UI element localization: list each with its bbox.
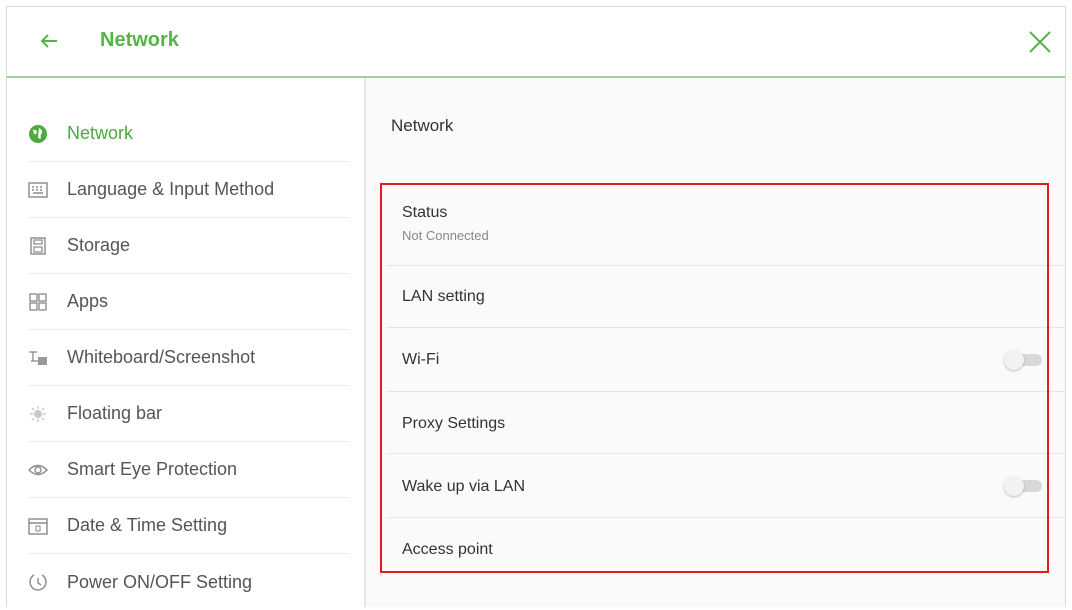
row-label: LAN setting [402,288,485,305]
apps-grid-icon [27,291,49,313]
sidebar-item-label: Storage [67,235,131,255]
power-timer-icon [27,571,49,593]
sidebar-item-label: Language & Input Method [67,179,275,199]
row-label: Wake up via LAN [402,478,526,495]
status-row[interactable]: Status Not Connected [386,188,1066,266]
wifi-row[interactable]: Wi-Fi [386,328,1066,392]
sidebar-item-storage[interactable]: Storage [27,218,350,274]
sidebar-item-label: Whiteboard/Screenshot [67,347,256,367]
lan-setting-row[interactable]: LAN setting [386,266,1066,328]
eye-icon [27,459,49,481]
row-label: Wi-Fi [402,351,440,368]
sidebar-item-eye-protection[interactable]: Smart Eye Protection [27,442,350,498]
floating-bar-icon [27,403,49,425]
sidebar-item-label: Apps [67,291,109,311]
settings-window: Network Network Language & Input Method … [6,6,1066,607]
sidebar: Network Language & Input Method Storage … [7,78,366,607]
arrow-left-icon[interactable] [37,29,61,53]
sidebar-item-label: Date & Time Setting [67,515,228,535]
sidebar-item-label: Network [67,123,134,143]
section-title: Network [391,116,454,135]
sidebar-item-power[interactable]: Power ON/OFF Setting [27,554,350,610]
globe-icon [27,123,49,145]
sidebar-item-floating-bar[interactable]: Floating bar [27,386,350,442]
sidebar-item-label: Power ON/OFF Setting [67,571,253,592]
header-bar: Network [7,7,1065,78]
status-value: Not Connected [402,228,489,243]
keyboard-icon [27,179,49,201]
toggle-knob [1004,350,1024,370]
sidebar-item-network[interactable]: Network [27,106,350,162]
sidebar-item-date-time[interactable]: Date & Time Setting [27,498,350,554]
storage-icon [27,235,49,257]
sidebar-item-label: Floating bar [67,403,163,423]
sidebar-item-label: Smart Eye Protection [67,459,238,479]
main-panel: Network Status Not Connected LAN setting… [366,78,1066,607]
sidebar-item-language[interactable]: Language & Input Method [27,162,350,218]
row-label: Access point [402,541,493,558]
sidebar-item-apps[interactable]: Apps [27,274,350,330]
page-title: Network [100,29,179,51]
wake-on-lan-toggle[interactable] [1004,476,1046,496]
row-label: Proxy Settings [402,415,506,432]
toggle-knob [1004,476,1024,496]
wifi-toggle[interactable] [1004,350,1046,370]
wake-on-lan-row[interactable]: Wake up via LAN [386,454,1066,518]
access-point-row[interactable]: Access point [386,518,1066,580]
row-label: Status [402,204,448,221]
close-icon[interactable] [1027,29,1053,55]
sidebar-item-whiteboard[interactable]: Whiteboard/Screenshot [27,330,350,386]
whiteboard-icon [27,347,49,369]
calendar-icon [27,515,49,537]
proxy-settings-row[interactable]: Proxy Settings [386,392,1066,454]
